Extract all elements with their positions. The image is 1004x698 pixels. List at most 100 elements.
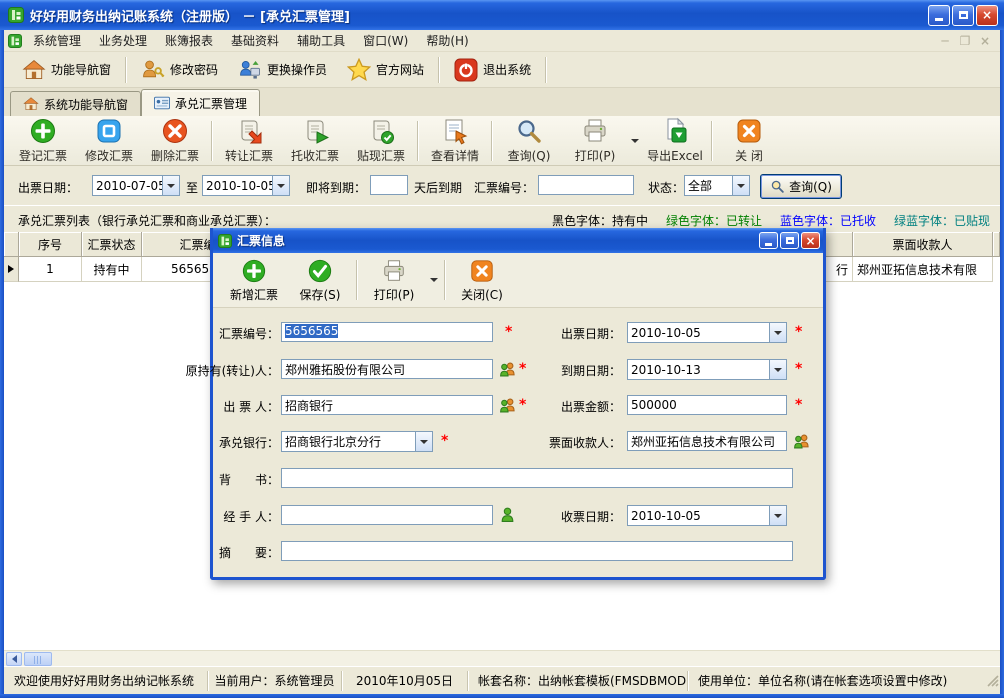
due-days-input[interactable] [370,175,408,195]
tab-nav-window[interactable]: 系统功能导航窗 [10,91,141,116]
document-tab-bar: 系统功能导航窗 承兑汇票管理 [4,88,1000,116]
horizontal-scrollbar[interactable] [4,650,1000,666]
dialog-minimize-button[interactable] [759,232,778,249]
window-frame-right [1000,0,1004,698]
print-label: 打印(P) [575,147,616,164]
endorsement-input[interactable] [281,468,793,488]
minimize-button[interactable] [928,5,950,26]
exit-system-label: 退出系统 [483,61,531,78]
menu-item-help[interactable]: 帮助(H) [417,30,477,51]
nav-window-label: 功能导航窗 [51,61,111,78]
query-button[interactable]: 查询(Q) [496,117,562,165]
header-payee[interactable]: 票面收款人 [853,232,993,257]
separator [438,57,440,83]
chevron-down-icon[interactable] [732,176,749,195]
view-detail-button[interactable]: 查看详情 [422,117,488,165]
legend-transferred: 绿色字体：已转让 [666,212,762,229]
header-seq[interactable]: 序号 [19,232,82,257]
people-picker-icon[interactable] [793,432,810,449]
orange-x-icon [469,258,495,284]
register-bill-label: 登记汇票 [19,147,67,164]
status-bar: 欢迎使用好好用财务出纳记帐系统 当前用户：系统管理员 2010年10月05日 帐… [4,666,1000,694]
header-status[interactable]: 汇票状态 [82,232,142,257]
menu-bar: 系统管理 业务处理 账簿报表 基础资料 辅助工具 窗口(W) 帮助(H) ─ ❐… [4,30,1000,52]
print-button[interactable]: 打印(P) [562,117,628,165]
bill-no-filter-label: 汇票编号： [474,179,534,196]
mdi-restore-icon[interactable]: ❐ [958,34,972,48]
receive-date-combo[interactable]: 2010-10-05 [627,505,787,526]
close-button[interactable]: × [976,5,998,26]
filter-query-button[interactable]: 查询(Q) [760,174,842,199]
menu-item-reports[interactable]: 账簿报表 [156,30,222,51]
payee-input[interactable] [627,431,787,451]
export-excel-button[interactable]: 导出Excel [642,117,708,165]
delete-bill-button[interactable]: 删除汇票 [142,117,208,165]
bill-toolbar: 登记汇票 修改汇票 删除汇票 转让汇票 托收汇票 贴现汇票 查看详情 [4,116,1000,166]
dialog-titlebar[interactable]: 汇票信息 × [213,228,823,253]
maximize-button[interactable] [952,5,974,26]
status-combo[interactable]: 全部 [684,175,750,196]
change-password-button[interactable]: 修改密码 [131,54,228,86]
issue-date-filter-label: 出票日期： [18,179,78,196]
dialog-close-button[interactable]: × [801,232,820,249]
menu-item-window[interactable]: 窗口(W) [354,30,417,51]
dialog-toolbar: 新增汇票 保存(S) 打印(P) 关闭(C) [213,253,823,308]
scroll-left-arrow[interactable] [6,652,22,666]
menu-item-business[interactable]: 业务处理 [90,30,156,51]
exit-system-button[interactable]: 退出系统 [444,54,541,86]
receive-date-label: 收票日期： [421,508,621,525]
mdi-close-icon[interactable]: × [978,34,992,48]
memo-label: 摘 要： [79,544,279,561]
close-view-button[interactable]: 关 闭 [716,117,782,165]
chevron-down-icon[interactable] [272,176,289,195]
bill-info-dialog: 汇票信息 × 新增汇票 保存(S) 打印(P) 关闭(C) [210,228,826,580]
window-frame-bottom [0,694,1004,698]
mdi-minimize-icon[interactable]: ─ [938,34,952,48]
register-bill-button[interactable]: 登记汇票 [10,117,76,165]
accepting-bank-label: 承兑银行： [79,434,279,451]
save-button[interactable]: 保存(S) [287,255,353,305]
status-welcome: 欢迎使用好好用财务出纳记帐系统 [4,671,208,691]
due-date-combo[interactable]: 2010-10-13 [627,359,787,380]
official-website-button[interactable]: 官方网站 [337,54,434,86]
menu-item-tools[interactable]: 辅助工具 [288,30,354,51]
tab-acceptance-bill[interactable]: 承兑汇票管理 [141,89,260,116]
star-icon [347,58,371,82]
resize-grip-icon[interactable] [986,674,1000,694]
date-from-combo[interactable]: 2010-07-05 [92,175,180,196]
dialog-close-toolbar-button[interactable]: 关闭(C) [449,255,515,305]
dialog-maximize-button[interactable] [780,232,799,249]
switch-operator-button[interactable]: 更换操作员 [228,54,337,86]
collect-bill-button[interactable]: 托收汇票 [282,117,348,165]
dialog-print-button[interactable]: 打印(P) [361,255,427,305]
nav-window-button[interactable]: 功能导航窗 [12,54,121,86]
menu-item-basedata[interactable]: 基础资料 [222,30,288,51]
menu-app-icon [8,34,22,48]
transfer-bill-button[interactable]: 转让汇票 [216,117,282,165]
dialog-print-dropdown-arrow[interactable] [427,260,441,300]
status-filter-label: 状态： [648,179,684,196]
chevron-down-icon[interactable] [162,176,179,195]
bill-no-filter-input[interactable] [538,175,634,195]
memo-input[interactable] [281,541,793,561]
status-account-set: 帐套名称：出纳帐套模板(FMSDBMODEL) [468,671,688,691]
discount-bill-label: 贴现汇票 [357,147,405,164]
modify-bill-button[interactable]: 修改汇票 [76,117,142,165]
app-icon [8,7,24,23]
issue-date-value: 2010-10-05 [628,326,769,340]
add-bill-button[interactable]: 新增汇票 [221,255,287,305]
date-to-combo[interactable]: 2010-10-05 [202,175,290,196]
chevron-down-icon[interactable] [769,360,786,379]
chevron-down-icon[interactable] [769,506,786,525]
chevron-down-icon[interactable] [769,323,786,342]
amount-input[interactable] [627,395,787,415]
menu-item-system[interactable]: 系统管理 [24,30,90,51]
accepting-bank-combo[interactable]: 招商银行北京分行 [281,431,433,452]
cell-status: 持有中 [82,257,142,282]
house-icon [23,96,39,112]
issue-date-combo[interactable]: 2010-10-05 [627,322,787,343]
window-titlebar[interactable]: 好好用财务出纳记账系统（注册版） － [承兑汇票管理] × [0,0,1004,30]
print-dropdown-arrow[interactable] [628,121,642,161]
discount-bill-button[interactable]: 贴现汇票 [348,117,414,165]
scrollbar-thumb[interactable] [24,652,52,666]
